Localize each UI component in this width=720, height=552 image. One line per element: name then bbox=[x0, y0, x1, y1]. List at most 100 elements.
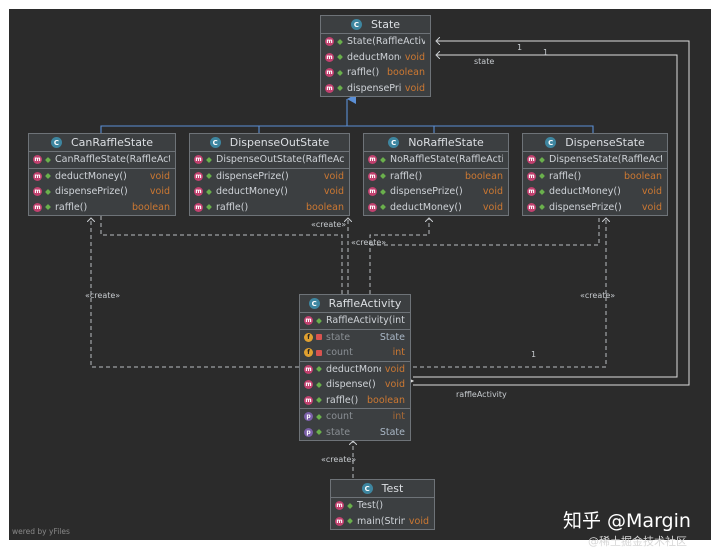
methods-section: m raffle() boolean m dispensePrize() void m d… bbox=[364, 169, 508, 216]
class-name: RaffleActivity bbox=[328, 297, 402, 310]
class-name: DispenseOutState bbox=[229, 136, 330, 149]
public-icon bbox=[45, 156, 51, 163]
class-test[interactable]: C Test m Test() m main(String[])void bbox=[330, 479, 435, 530]
class-icon: C bbox=[209, 137, 221, 148]
field-icon: f bbox=[304, 332, 313, 342]
class-header: C RaffleActivity bbox=[300, 295, 410, 313]
role-label-state: state bbox=[474, 57, 495, 66]
dep-ra-dispense bbox=[413, 218, 606, 368]
public-icon bbox=[45, 173, 51, 180]
class-state[interactable]: C State m State(RaffleActivity) m deduct… bbox=[320, 15, 431, 97]
member-row[interactable]: m dispensePrize() void bbox=[321, 81, 430, 97]
inherit-canraffle bbox=[100, 125, 347, 133]
public-icon bbox=[337, 54, 343, 61]
public-icon bbox=[45, 188, 51, 195]
member-row[interactable]: m DispenseOutState(RaffleActivity) bbox=[190, 152, 349, 168]
member-name: deductMoney() bbox=[549, 186, 621, 198]
dep-ra-dispenseout-a bbox=[100, 215, 343, 294]
public-icon bbox=[206, 173, 212, 180]
public-icon bbox=[380, 204, 386, 211]
member-row[interactable]: m dispense() void bbox=[300, 377, 410, 393]
member-row[interactable]: m raffle() boolean bbox=[364, 169, 508, 185]
method-icon: m bbox=[33, 155, 42, 165]
method-icon: m bbox=[194, 202, 203, 212]
member-name: raffle() bbox=[55, 201, 88, 213]
create-label: «create» bbox=[351, 238, 387, 247]
member-type: boolean bbox=[306, 201, 344, 213]
member-row[interactable]: m main(String[])void bbox=[331, 514, 434, 530]
juejin-watermark: @稀土掘金技术社区 bbox=[588, 535, 687, 548]
class-dispensestate[interactable]: C DispenseState m DispenseState(RaffleAc… bbox=[522, 133, 668, 216]
member-row[interactable]: m CanRaffleState(RaffleActivity) bbox=[29, 152, 175, 168]
member-name: deductMoney() bbox=[347, 51, 401, 63]
member-row[interactable]: m deductMoney() void bbox=[321, 50, 430, 66]
method-icon: m bbox=[33, 171, 42, 181]
member-row[interactable]: mdeductMoney()void bbox=[364, 200, 508, 216]
member-row[interactable]: m NoRaffleState(RaffleActivity) bbox=[364, 152, 508, 168]
member-name: dispensePrize() bbox=[216, 170, 289, 182]
field-type: State bbox=[379, 331, 405, 343]
public-icon bbox=[539, 188, 545, 195]
field-row[interactable]: f state State bbox=[300, 330, 410, 346]
member-row[interactable]: mdeductMoney()void bbox=[300, 362, 410, 378]
member-row[interactable]: m Test() bbox=[331, 498, 434, 514]
class-header: C CanRaffleState bbox=[29, 134, 175, 152]
member-row[interactable]: m dispensePrize() void bbox=[29, 184, 175, 200]
member-row[interactable]: m RaffleActivity(int) bbox=[300, 313, 410, 329]
member-row[interactable]: m raffle() boolean bbox=[321, 65, 430, 81]
member-row[interactable]: m raffle() boolean bbox=[300, 393, 410, 409]
public-icon bbox=[316, 413, 322, 420]
class-name: Test bbox=[381, 482, 404, 495]
inheritance-edges bbox=[100, 94, 594, 133]
member-name: raffle() bbox=[216, 201, 249, 213]
property-row[interactable]: p state State bbox=[300, 425, 410, 441]
inherit-dispense bbox=[347, 125, 594, 133]
method-icon: m bbox=[33, 187, 42, 197]
class-name: CanRaffleState bbox=[70, 136, 154, 149]
member-type: void bbox=[323, 170, 344, 182]
property-type: State bbox=[379, 426, 405, 438]
class-header: C State bbox=[321, 16, 430, 34]
assoc-outer bbox=[413, 55, 678, 378]
method-icon: m bbox=[325, 83, 334, 93]
member-row[interactable]: mdeductMoney()void bbox=[190, 184, 349, 200]
method-icon: m bbox=[527, 171, 536, 181]
method-icon: m bbox=[368, 155, 377, 165]
class-canrafflestate[interactable]: C CanRaffleState m CanRaffleState(Raffle… bbox=[28, 133, 176, 216]
member-name: deductMoney() bbox=[55, 170, 127, 182]
class-name: DispenseState bbox=[565, 136, 645, 149]
field-name: count bbox=[326, 347, 353, 359]
member-name: NoRaffleState(RaffleActivity) bbox=[390, 154, 503, 166]
member-name: dispense() bbox=[326, 379, 376, 391]
member-type: void bbox=[149, 186, 170, 198]
member-type: void bbox=[641, 186, 662, 198]
method-icon: m bbox=[304, 380, 313, 390]
class-norafflestate[interactable]: C NoRaffleState m NoRaffleState(RaffleAc… bbox=[363, 133, 509, 216]
property-row[interactable]: p count int bbox=[300, 409, 410, 425]
methods-section: m raffle() boolean m deductMoney() void m dis… bbox=[523, 169, 667, 216]
class-icon: C bbox=[545, 137, 557, 148]
member-name: dispensePrize() bbox=[55, 186, 128, 198]
member-row[interactable]: m DispenseState(RaffleActivity) bbox=[523, 152, 667, 168]
member-name: dispensePrize() bbox=[390, 186, 463, 198]
member-type: boolean bbox=[367, 394, 405, 406]
member-type: boolean bbox=[624, 170, 662, 182]
member-row[interactable]: mdeductMoney()void bbox=[523, 184, 667, 200]
member-row[interactable]: m raffle() boolean bbox=[29, 200, 175, 216]
member-row[interactable]: m dispensePrize() void bbox=[523, 200, 667, 216]
class-header: C DispenseState bbox=[523, 134, 667, 152]
member-row[interactable]: m dispensePrize() void bbox=[190, 169, 349, 185]
field-row[interactable]: f count int bbox=[300, 345, 410, 361]
member-row[interactable]: m State(RaffleActivity) bbox=[321, 34, 430, 50]
member-row[interactable]: mdeductMoney()void bbox=[29, 169, 175, 185]
class-raffleactivity[interactable]: C RaffleActivity m RaffleActivity(int) f… bbox=[299, 294, 411, 441]
member-row[interactable]: m raffle() boolean bbox=[523, 169, 667, 185]
dep-ra-canraffle bbox=[91, 218, 299, 368]
member-name: DispenseOutState(RaffleActivity) bbox=[216, 154, 344, 166]
member-name: Test() bbox=[357, 500, 384, 512]
member-type: void bbox=[384, 363, 405, 375]
member-row[interactable]: m dispensePrize() void bbox=[364, 184, 508, 200]
class-dispenseoutstate[interactable]: C DispenseOutState m DispenseOutState(Ra… bbox=[189, 133, 350, 216]
public-icon bbox=[539, 204, 545, 211]
member-row[interactable]: m raffle() boolean bbox=[190, 200, 349, 216]
